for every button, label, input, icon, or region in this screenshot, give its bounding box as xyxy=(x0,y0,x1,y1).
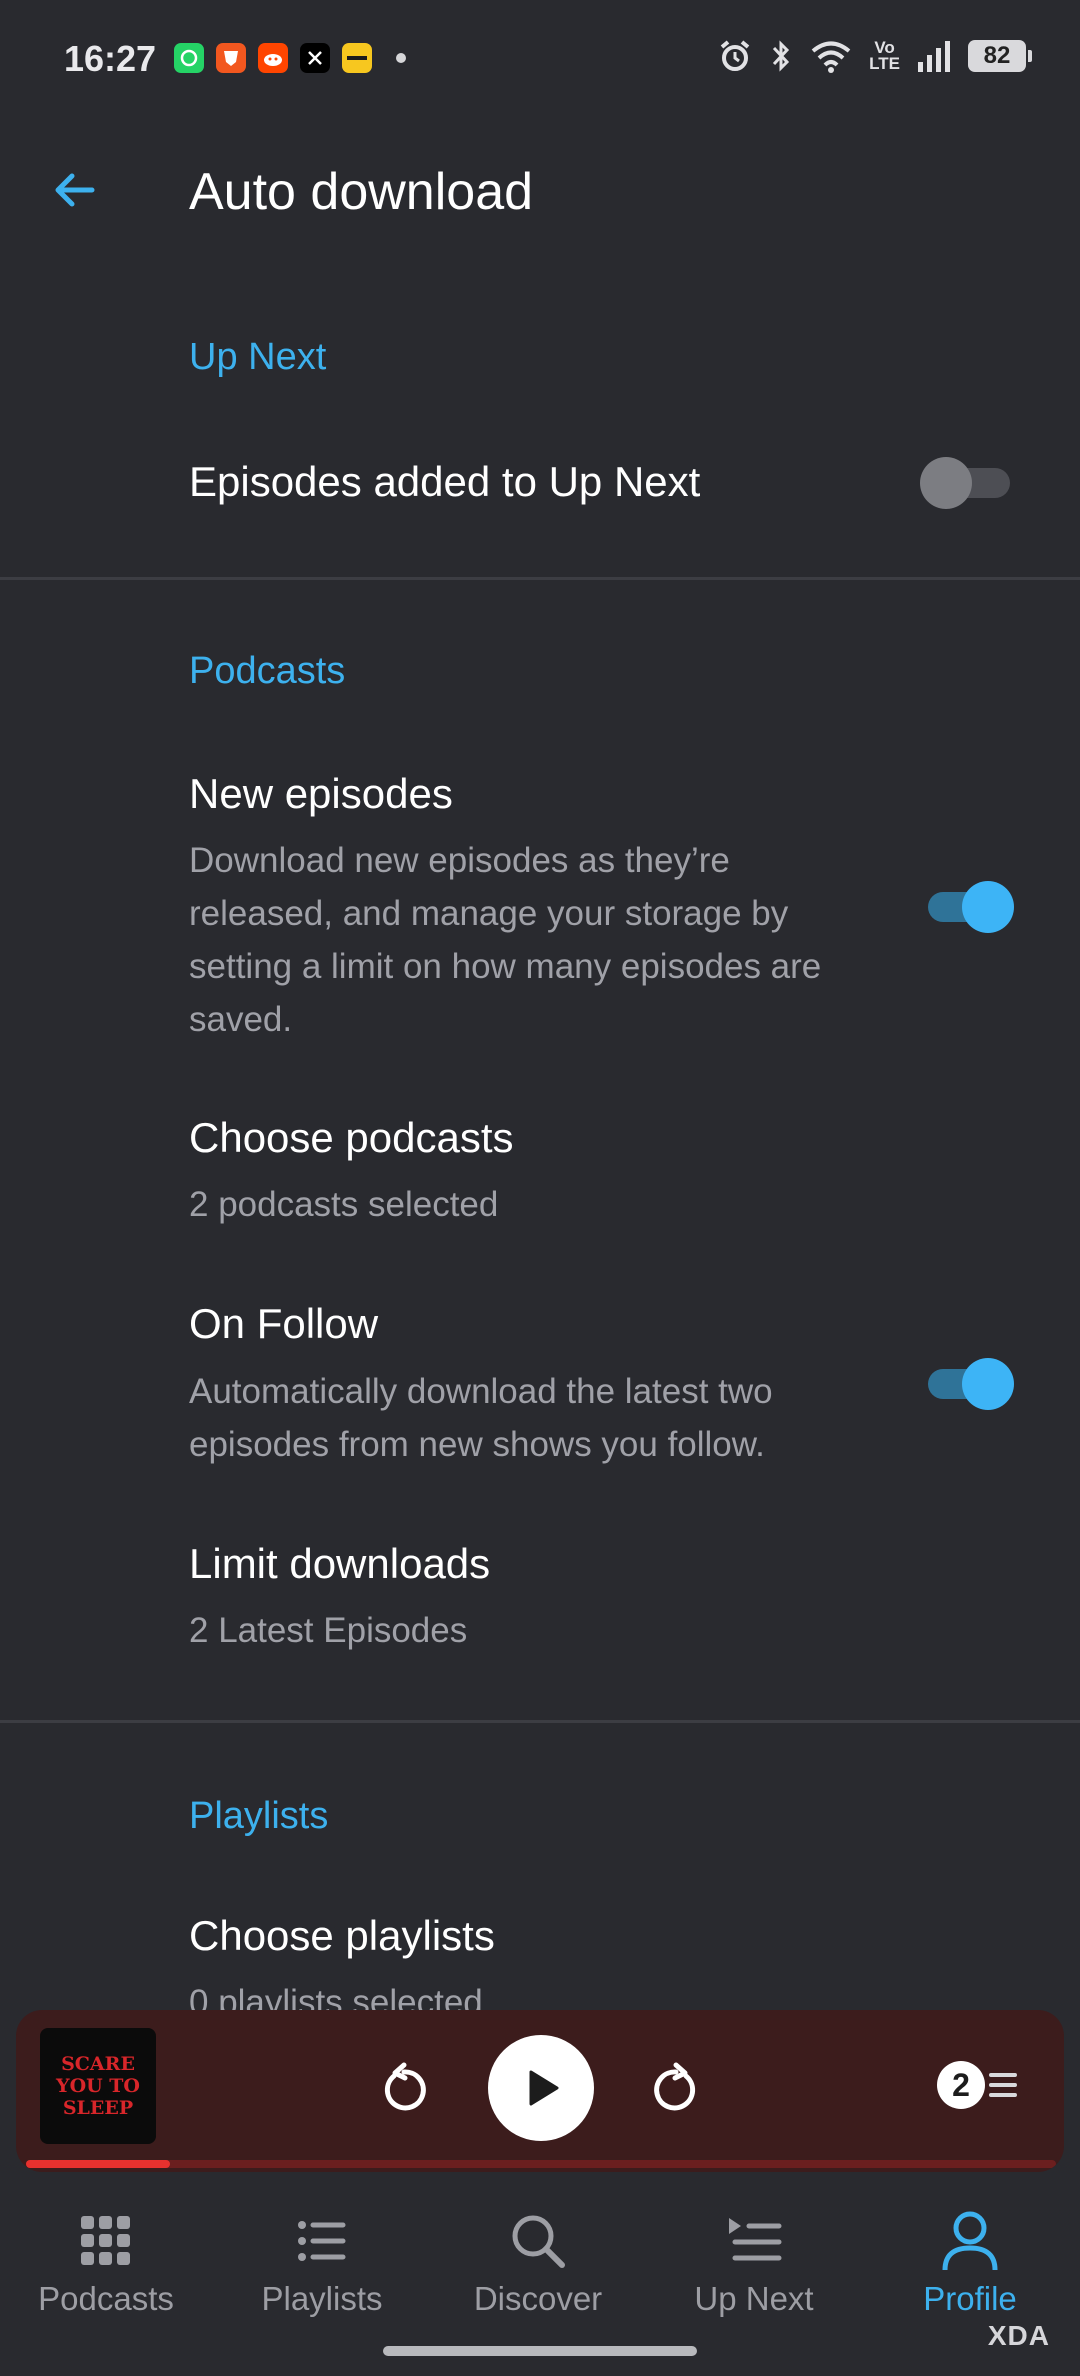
wifi-icon xyxy=(811,41,851,73)
system-icons: Vo LTE 82 xyxy=(717,38,1032,74)
artwork-text-line: SCARE xyxy=(61,2053,135,2075)
playback-progress-fill xyxy=(26,2160,171,2168)
new-episodes-label: New episodes xyxy=(189,770,453,817)
queue-lines-icon xyxy=(989,2073,1017,2097)
section-divider xyxy=(0,1720,1080,1723)
choose-podcasts-label: Choose podcasts xyxy=(189,1114,514,1161)
bluetooth-icon xyxy=(773,40,790,72)
back-button[interactable] xyxy=(44,160,104,220)
limit-downloads-value: 2 Latest Episodes xyxy=(189,1611,468,1650)
blinkit-icon xyxy=(342,43,372,73)
skip-back-button[interactable] xyxy=(364,2050,444,2130)
nav-label: Up Next xyxy=(694,2280,814,2317)
on-follow-toggle[interactable] xyxy=(920,1355,1014,1411)
play-button[interactable] xyxy=(488,2035,594,2141)
home-indicator[interactable] xyxy=(383,2346,697,2356)
reddit-icon xyxy=(258,43,288,73)
artwork-text-line: SLEEP xyxy=(62,2097,134,2119)
section-title-playlists: Playlists xyxy=(189,1795,329,1837)
on-follow-description: Automatically download the latest two ep… xyxy=(189,1372,773,1464)
limit-downloads-label: Limit downloads xyxy=(189,1540,491,1587)
arrow-left-icon xyxy=(55,173,95,207)
list-icon xyxy=(297,2206,347,2276)
more-notifications-dot xyxy=(396,53,406,63)
episodes-added-toggle[interactable] xyxy=(920,454,1014,510)
xda-watermark: XDA xyxy=(987,2320,1050,2351)
skip-forward-icon xyxy=(654,2062,696,2111)
person-icon xyxy=(941,2206,999,2276)
mini-player[interactable]: SCARE YOU TO SLEEP 2 xyxy=(16,2010,1064,2172)
battery-icon: 82 xyxy=(968,40,1032,72)
toggle-knob xyxy=(962,1358,1014,1410)
alarm-icon xyxy=(720,40,750,71)
nav-label: Discover xyxy=(473,2280,603,2317)
skip-back-icon xyxy=(384,2062,426,2111)
bottom-navigation: Podcasts Playlists Discover Up Next Prof… xyxy=(0,2186,1080,2376)
episodes-added-label: Episodes added to Up Next xyxy=(189,458,701,505)
nav-label: Playlists xyxy=(261,2280,383,2317)
play-icon xyxy=(529,2070,559,2106)
signal-icon xyxy=(918,41,950,72)
page-title: Auto download xyxy=(189,163,534,221)
x-icon xyxy=(300,43,330,73)
new-episodes-description: Download new episodes as they’re release… xyxy=(189,841,822,1039)
nav-item-profile[interactable]: Profile xyxy=(870,2206,1070,2336)
podcast-artwork[interactable]: SCARE YOU TO SLEEP xyxy=(40,2028,156,2144)
status-time: 16:27 xyxy=(64,38,157,79)
nav-item-playlists[interactable]: Playlists xyxy=(222,2206,422,2336)
artwork-text-line: YOU TO xyxy=(56,2075,140,2097)
brave-icon xyxy=(216,43,246,73)
notification-icons xyxy=(174,43,406,73)
toggle-knob xyxy=(962,881,1014,933)
choose-podcasts-value: 2 podcasts selected xyxy=(189,1185,499,1224)
grid-icon xyxy=(79,2206,133,2276)
new-episodes-toggle[interactable] xyxy=(920,878,1014,934)
section-title-podcasts: Podcasts xyxy=(189,650,346,692)
auto-download-screen: 16:27 Vo LTE 82 Auto download Up Next Ep… xyxy=(0,0,1080,2376)
playback-progress-bar[interactable] xyxy=(26,2160,1056,2168)
up-next-count-badge: 2 xyxy=(937,2061,985,2109)
choose-playlists-label: Choose playlists xyxy=(189,1912,495,1959)
nav-item-discover[interactable]: Discover xyxy=(438,2206,638,2336)
nav-label: Podcasts xyxy=(38,2280,174,2317)
volte-icon: Vo LTE xyxy=(869,38,900,73)
skip-forward-button[interactable] xyxy=(636,2050,716,2130)
section-divider xyxy=(0,577,1080,580)
app-header: Auto download xyxy=(0,130,1080,260)
up-next-queue-button[interactable]: 2 xyxy=(928,2055,1028,2115)
section-title-up-next: Up Next xyxy=(189,336,327,378)
status-bar: 16:27 Vo LTE 82 xyxy=(0,0,1080,120)
nav-item-podcasts[interactable]: Podcasts xyxy=(6,2206,206,2336)
nav-label: Profile xyxy=(923,2280,1017,2317)
whatsapp-icon xyxy=(174,43,204,73)
toggle-knob xyxy=(920,457,972,509)
search-icon xyxy=(508,2206,568,2276)
queue-icon xyxy=(725,2206,783,2276)
on-follow-label: On Follow xyxy=(189,1300,379,1347)
nav-item-up-next[interactable]: Up Next xyxy=(654,2206,854,2336)
